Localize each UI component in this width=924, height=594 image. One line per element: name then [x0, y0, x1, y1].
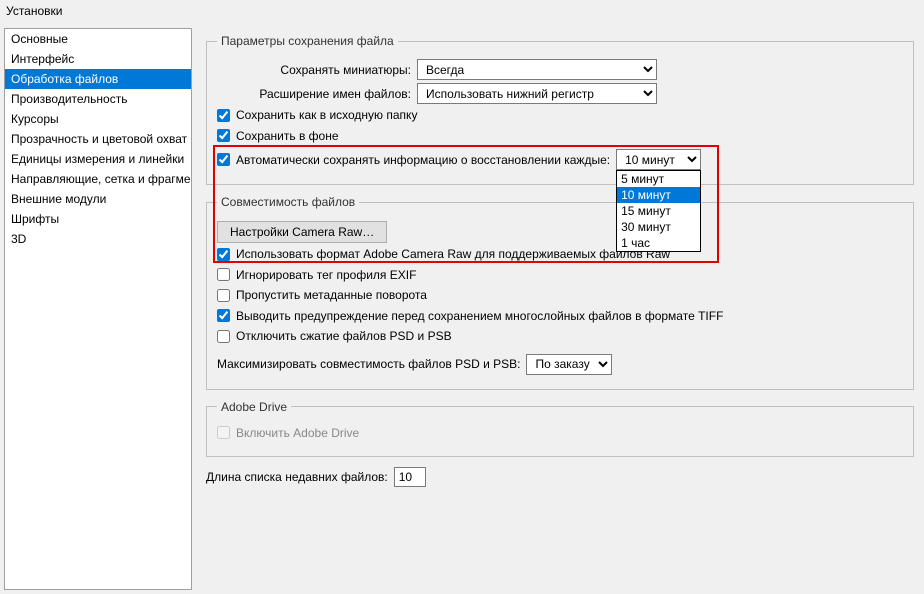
content-area: Параметры сохранения файла Сохранять мин…: [192, 24, 924, 594]
sidebar-item[interactable]: Направляющие, сетка и фрагменты: [5, 169, 191, 189]
autosave-option[interactable]: 10 минут: [617, 187, 700, 203]
extension-select[interactable]: Использовать нижний регистр: [417, 83, 657, 104]
autosave-option[interactable]: 30 минут: [617, 219, 700, 235]
adobe-drive-legend: Adobe Drive: [217, 400, 291, 414]
file-save-group: Параметры сохранения файла Сохранять мин…: [206, 34, 914, 185]
tiff-warn-checkbox[interactable]: Выводить предупреждение перед сохранение…: [217, 309, 723, 323]
sidebar: ОсновныеИнтерфейсОбработка файловПроизво…: [4, 28, 192, 590]
window-title: Установки: [0, 0, 924, 24]
autosave-checkbox[interactable]: Автоматически сохранять информацию о вос…: [217, 153, 610, 167]
recent-files-label: Длина списка недавних файлов:: [206, 470, 388, 484]
sidebar-item[interactable]: 3D: [5, 229, 191, 249]
compat-group: Совместимость файлов Настройки Camera Ra…: [206, 195, 914, 390]
file-save-legend: Параметры сохранения файла: [217, 34, 398, 48]
autosave-option[interactable]: 5 минут: [617, 171, 700, 187]
autosave-option[interactable]: 1 час: [617, 235, 700, 251]
maximize-psd-label: Максимизировать совместимость файлов PSD…: [217, 357, 520, 371]
sidebar-item[interactable]: Внешние модули: [5, 189, 191, 209]
skip-rotate-checkbox[interactable]: Пропустить метаданные поворота: [217, 288, 427, 302]
maximize-psd-select[interactable]: По заказу: [526, 354, 612, 375]
sidebar-item[interactable]: Производительность: [5, 89, 191, 109]
sidebar-item[interactable]: Шрифты: [5, 209, 191, 229]
sidebar-item[interactable]: Курсоры: [5, 109, 191, 129]
thumbnails-select[interactable]: Всегда: [417, 59, 657, 80]
ignore-exif-checkbox[interactable]: Игнорировать тег профиля EXIF: [217, 268, 416, 282]
sidebar-item[interactable]: Обработка файлов: [5, 69, 191, 89]
camera-raw-settings-button[interactable]: Настройки Camera Raw…: [217, 221, 387, 243]
autosave-interval-select[interactable]: 10 минут: [616, 149, 701, 170]
compat-legend: Совместимость файлов: [217, 195, 359, 209]
save-as-source-checkbox[interactable]: Сохранить как в исходную папку: [217, 108, 417, 122]
sidebar-item[interactable]: Основные: [5, 29, 191, 49]
recent-files-input[interactable]: [394, 467, 426, 487]
autosave-dropdown-list: 5 минут10 минут15 минут30 минут1 час: [616, 170, 701, 252]
use-acr-checkbox[interactable]: Использовать формат Adobe Camera Raw для…: [217, 247, 670, 261]
disable-psd-compress-checkbox[interactable]: Отключить сжатие файлов PSD и PSB: [217, 329, 452, 343]
sidebar-item[interactable]: Интерфейс: [5, 49, 191, 69]
autosave-option[interactable]: 15 минут: [617, 203, 700, 219]
extension-label: Расширение имен файлов:: [217, 87, 417, 101]
enable-adobe-drive-checkbox[interactable]: Включить Adobe Drive: [217, 426, 359, 440]
adobe-drive-group: Adobe Drive Включить Adobe Drive: [206, 400, 914, 458]
thumbnails-label: Сохранять миниатюры:: [217, 63, 417, 77]
sidebar-item[interactable]: Единицы измерения и линейки: [5, 149, 191, 169]
sidebar-item[interactable]: Прозрачность и цветовой охват: [5, 129, 191, 149]
save-background-checkbox[interactable]: Сохранить в фоне: [217, 129, 339, 143]
